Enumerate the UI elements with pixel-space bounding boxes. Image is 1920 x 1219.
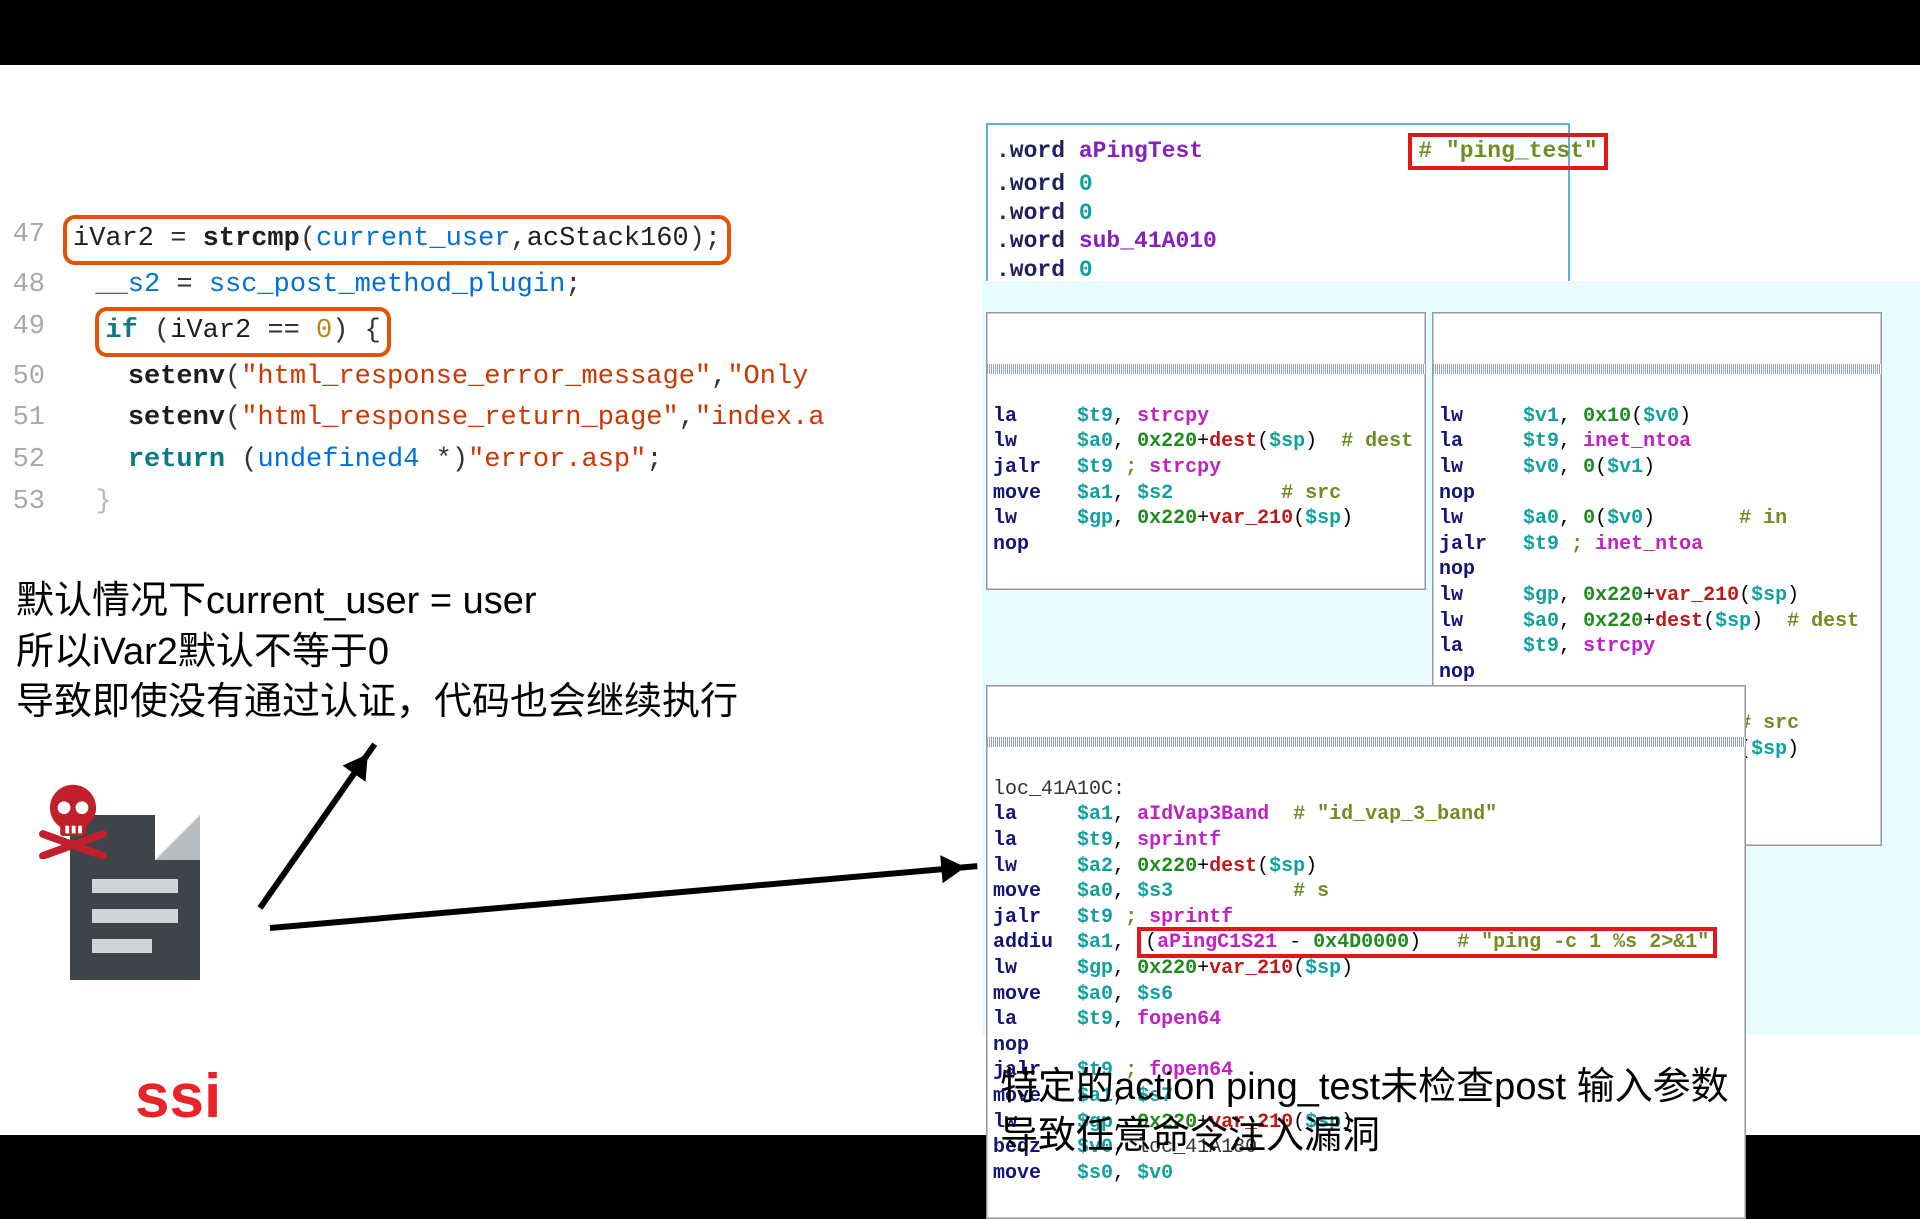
line-number: 49 xyxy=(8,307,63,357)
highlight-box: iVar2 = strcmp(current_user,acStack160); xyxy=(63,215,731,265)
highlight-ping-test: # "ping_test" xyxy=(1408,133,1607,170)
arrow xyxy=(258,742,378,909)
slide-canvas: 47iVar2 = strcmp(current_user,acStack160… xyxy=(0,65,1920,1135)
line-number: 51 xyxy=(8,398,63,440)
letterbox-top xyxy=(0,0,1920,65)
line-number: 53 xyxy=(8,482,63,524)
annotation-auth-bypass: 默认情况下current_user = user 所以iVar2默认不等于0 导… xyxy=(16,576,738,728)
ssi-label: ssi xyxy=(135,1061,221,1132)
annot-line: 默认情况下current_user = user xyxy=(16,576,738,627)
asm-word-block: .word aPingTest # "ping_test" .word 0 .w… xyxy=(986,123,1570,291)
asm-block-strcpy: la $t9, strcpy lw $a0, 0x220+dest($sp) #… xyxy=(986,312,1426,590)
annot-line: 导致任意命令注入漏洞 xyxy=(1000,1112,1729,1161)
annot-line: 特定的action ping_test未检查post 输入参数 xyxy=(1000,1063,1729,1112)
vulnerable-file-icon xyxy=(70,815,200,980)
line-number: 47 xyxy=(8,215,63,265)
annot-line: 导致即使没有通过认证，代码也会继续执行 xyxy=(16,677,738,728)
highlight-box: if (iVar2 == 0) { xyxy=(95,307,390,357)
decompiler-code: 47iVar2 = strcmp(current_user,acStack160… xyxy=(8,215,948,524)
skull-crossbones-icon xyxy=(32,777,114,859)
annot-line: 所以iVar2默认不等于0 xyxy=(16,627,738,678)
line-number: 52 xyxy=(8,440,63,482)
highlight-ping-cmd: (aPingC1S21 - 0x4D0000) # "ping -c 1 %s … xyxy=(1137,927,1717,958)
annotation-cmd-injection: 特定的action ping_test未检查post 输入参数 导致任意命令注入… xyxy=(1000,1063,1729,1162)
line-number: 50 xyxy=(8,357,63,399)
arrow xyxy=(270,863,978,931)
line-number: 48 xyxy=(8,265,63,307)
